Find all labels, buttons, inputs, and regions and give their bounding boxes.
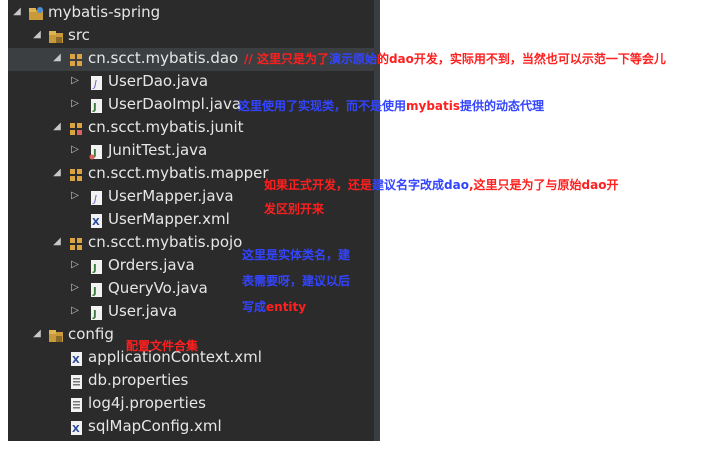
xml-file-icon: X [88,213,104,229]
tree-row-src[interactable]: ◢ src [8,25,374,48]
note-text: entity [266,300,307,314]
pkg-junit-label: cn.scct.mybatis.junit [88,118,244,136]
collapsed-arrow-icon[interactable]: ▷ [70,305,80,316]
package-icon [68,167,84,183]
project-icon [28,6,44,22]
collapsed-arrow-icon[interactable]: ▷ [70,282,80,293]
svg-text:J: J [92,286,97,297]
query-vo-label: QueryVo.java [108,279,208,297]
properties-file-icon [68,374,84,390]
note-text: 写成 [242,300,267,314]
user-mapper-java-label: UserMapper.java [108,187,234,205]
note-text: mybatis [406,99,461,113]
pkg-pojo-label: cn.scct.mybatis.pojo [88,233,243,251]
expanded-arrow-icon[interactable]: ◢ [52,167,62,178]
note-text: 如果正式开发，还是 [264,178,373,192]
sql-map-label: sqlMapConfig.xml [88,417,222,435]
svg-text:J: J [92,263,97,274]
java-interface-icon: J [88,190,104,206]
tree-row-pkg-junit[interactable]: ◢ cn.scct.mybatis.junit [8,117,374,140]
tree-row-user-dao[interactable]: ▷ J UserDao.java [8,71,374,94]
tree-row-user[interactable]: ▷ J User.java [8,301,374,324]
annotation-pojo-line1: 这里是实体类名，建 [242,248,351,262]
java-file-icon: J [88,144,104,160]
note-text: 的dao开发，实际用不到，当然也可以示范一下等会儿 [376,52,666,66]
annotation-pojo-line2: 表需要呀，建议以后 [242,274,351,288]
collapsed-arrow-icon[interactable]: ▷ [70,98,80,109]
xml-file-icon: X [68,420,84,436]
user-dao-label: UserDao.java [108,72,209,90]
tree-row-log4j[interactable]: log4j.properties [8,393,374,416]
pkg-mapper-label: cn.scct.mybatis.mapper [88,164,269,182]
svg-text:X: X [72,355,80,366]
properties-file-icon [68,397,84,413]
collapsed-arrow-icon[interactable]: ▷ [70,75,80,86]
annotation-mapper-line2: 发区别开来 [264,202,325,216]
db-props-label: db.properties [88,371,189,389]
user-mapper-xml-label: UserMapper.xml [108,210,230,228]
annotation-dao: // 这里只是为了演示原始的dao开发，实际用不到，当然也可以示范一下等会儿 [244,50,666,67]
note-text: 建议名字改成 [372,178,445,192]
java-file-icon: J [88,259,104,275]
pkg-dao-label: cn.scct.mybatis.dao [88,49,239,67]
svg-text:J: J [92,309,97,320]
svg-text:X: X [72,424,80,435]
log4j-label: log4j.properties [88,394,206,412]
note-text: 提供的动态代理 [460,99,545,113]
junit-test-label: JunitTest.java [108,141,208,159]
collapsed-arrow-icon[interactable]: ▷ [70,259,80,270]
package-icon [68,121,84,137]
source-folder-icon [48,29,64,45]
tree-row-sql-map[interactable]: X sqlMapConfig.xml [8,416,374,439]
tree-row-project[interactable]: ◢ mybatis-spring [8,2,374,25]
user-label: User.java [108,302,178,320]
svg-text:X: X [92,217,100,228]
annotation-dao-impl: 这里使用了实现类，而不是使用mybatis提供的动态代理 [238,97,544,114]
package-icon [68,236,84,252]
expanded-arrow-icon[interactable]: ◢ [32,328,42,339]
src-label: src [68,26,90,44]
tree-row-db-props[interactable]: db.properties [8,370,374,393]
note-text: 这里使用了实现类，而不是使用 [238,99,407,113]
expanded-arrow-icon[interactable]: ◢ [52,236,62,247]
note-text: dao [444,178,469,192]
note-text: // 这里只是为了 [244,52,329,66]
orders-label: Orders.java [108,256,195,274]
expanded-arrow-icon[interactable]: ◢ [12,6,22,17]
collapsed-arrow-icon[interactable]: ▷ [70,190,80,201]
project-label: mybatis-spring [48,3,161,21]
collapsed-arrow-icon[interactable]: ▷ [70,144,80,155]
note-text: ,这里只是为了与原始dao开 [468,178,619,192]
expanded-arrow-icon[interactable]: ◢ [52,121,62,132]
tree-row-junit-test[interactable]: ▷ J JunitTest.java [8,140,374,163]
java-interface-icon: J [88,75,104,91]
package-icon [68,52,84,68]
svg-text:J: J [92,102,97,113]
expanded-arrow-icon[interactable]: ◢ [32,29,42,40]
java-file-icon: J [88,305,104,321]
annotation-config: 配置文件合集 [126,339,199,353]
source-folder-icon [48,328,64,344]
config-label: config [68,325,114,343]
note-text: 演示原始 [328,52,377,66]
annotation-pojo-line3: 写成entity [242,298,306,315]
expanded-arrow-icon[interactable]: ◢ [52,52,62,63]
annotation-mapper-line1: 如果正式开发，还是建议名字改成dao,这里只是为了与原始dao开 [264,176,618,193]
java-file-icon: J [88,98,104,114]
user-dao-impl-label: UserDaoImpl.java [108,95,242,113]
xml-file-icon: X [68,351,84,367]
java-file-icon: J [88,282,104,298]
